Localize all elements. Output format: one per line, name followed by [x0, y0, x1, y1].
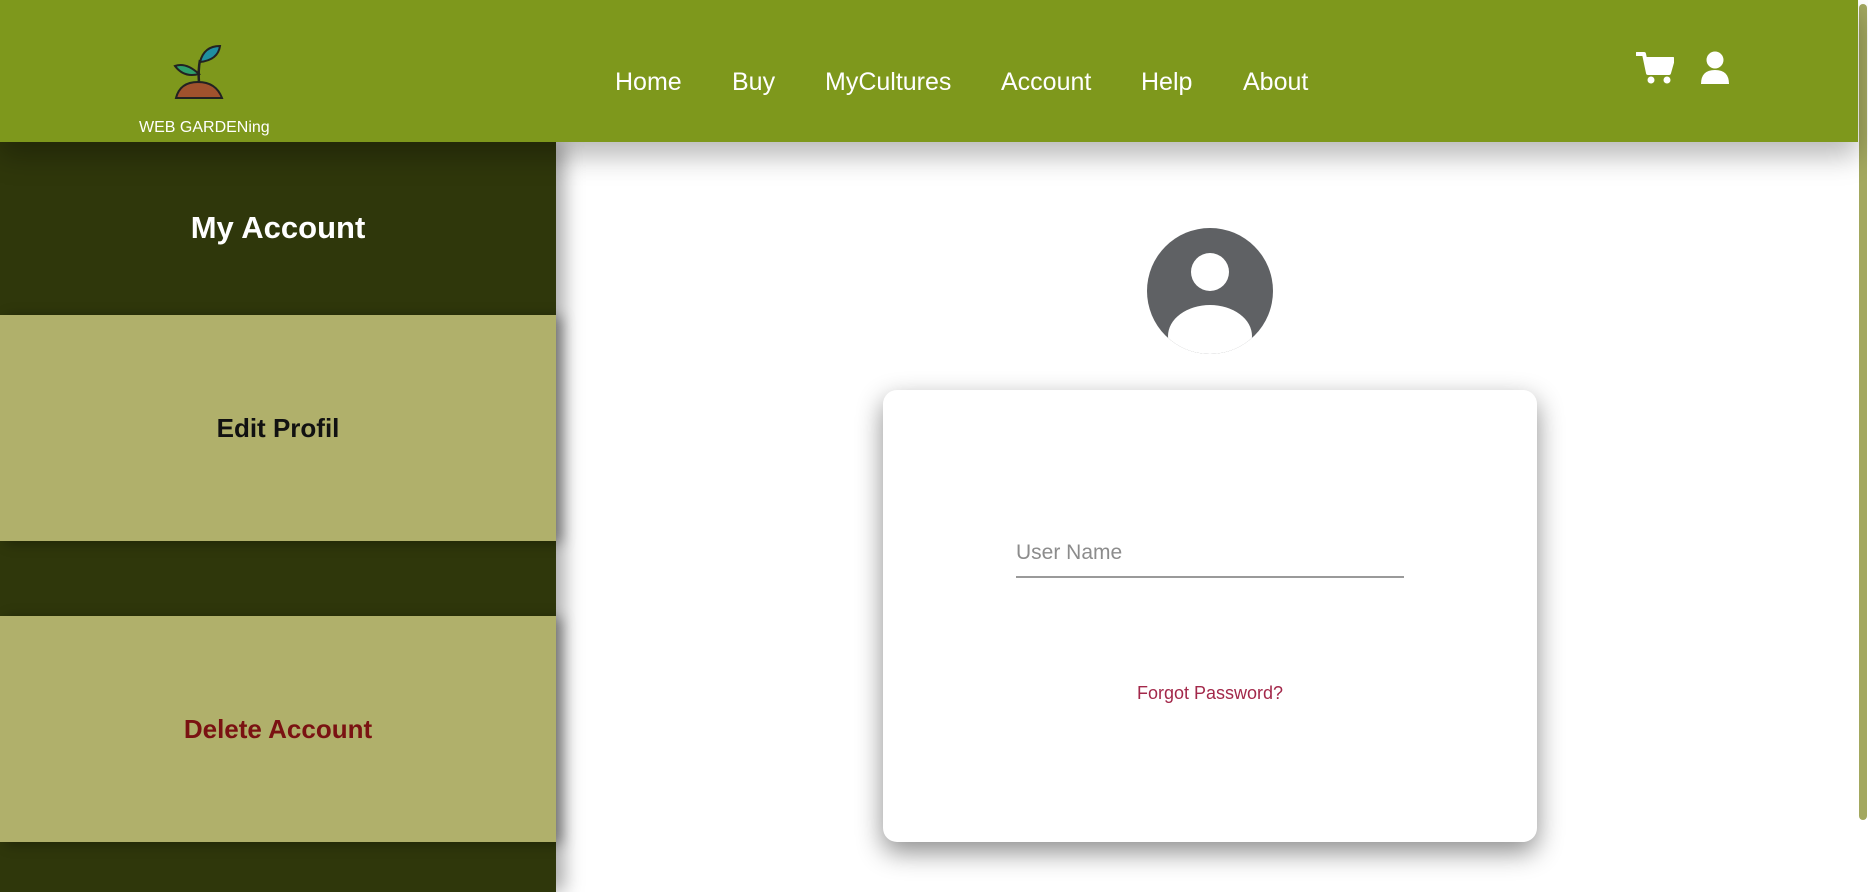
- edit-profile-label: Edit Profil: [216, 412, 340, 443]
- cart-icon[interactable]: [1635, 51, 1675, 90]
- sidebar-title: My Account: [190, 210, 366, 245]
- user-icon[interactable]: [1700, 51, 1730, 90]
- nav-mycultures[interactable]: MyCultures: [825, 68, 951, 97]
- nav-account[interactable]: Account: [1001, 68, 1091, 97]
- edit-profile-button[interactable]: Edit Profil: [0, 315, 556, 541]
- sprout-logo-icon: [173, 44, 224, 99]
- username-input[interactable]: [1016, 530, 1404, 578]
- brand-name: WEB GARDENing: [139, 119, 270, 136]
- user-avatar-icon: [1147, 228, 1273, 359]
- login-card: Forgot Password?: [883, 390, 1537, 842]
- nav-buy[interactable]: Buy: [732, 68, 775, 97]
- delete-account-button[interactable]: Delete Account: [0, 616, 556, 842]
- scrollbar-thumb[interactable]: [1859, 4, 1867, 820]
- brand-logo[interactable]: WEB GARDENing: [130, 42, 270, 140]
- account-sidebar: My Account Edit Profil Delete Account: [0, 142, 556, 892]
- nav-about[interactable]: About: [1243, 68, 1308, 97]
- forgot-password-link[interactable]: Forgot Password?: [883, 683, 1537, 704]
- nav-help[interactable]: Help: [1141, 68, 1192, 97]
- nav-home[interactable]: Home: [615, 68, 682, 97]
- delete-account-label: Delete Account: [183, 713, 373, 744]
- top-header: WEB GARDENing Home Buy MyCultures Accoun…: [0, 0, 1858, 142]
